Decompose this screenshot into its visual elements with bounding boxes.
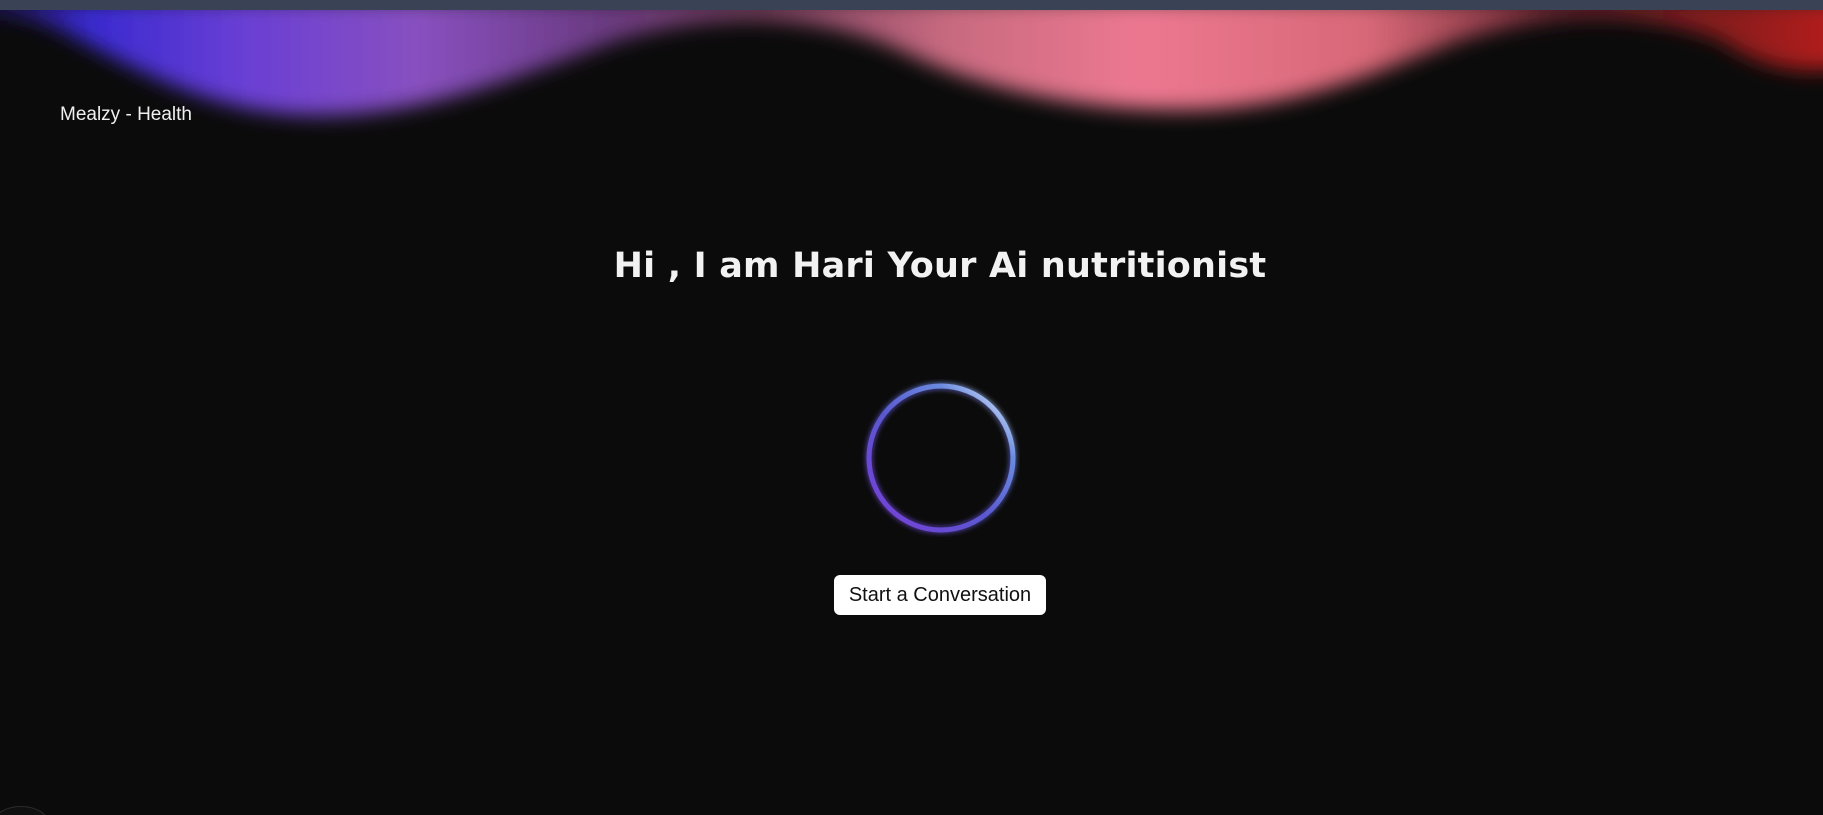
corner-widget[interactable] [0, 806, 48, 815]
voice-orb-icon [866, 383, 1016, 533]
brand-title: Mealzy - Health [60, 104, 192, 125]
gradient-wave-banner [0, 0, 1823, 116]
browser-top-strip [0, 0, 1823, 10]
page-headline: Hi , I am Hari Your Ai nutritionist [613, 246, 1267, 286]
start-conversation-button[interactable]: Start a Conversation [834, 575, 1046, 615]
landing-page: Mealzy - Health Hi , I am Hari Your Ai n… [0, 0, 1823, 815]
